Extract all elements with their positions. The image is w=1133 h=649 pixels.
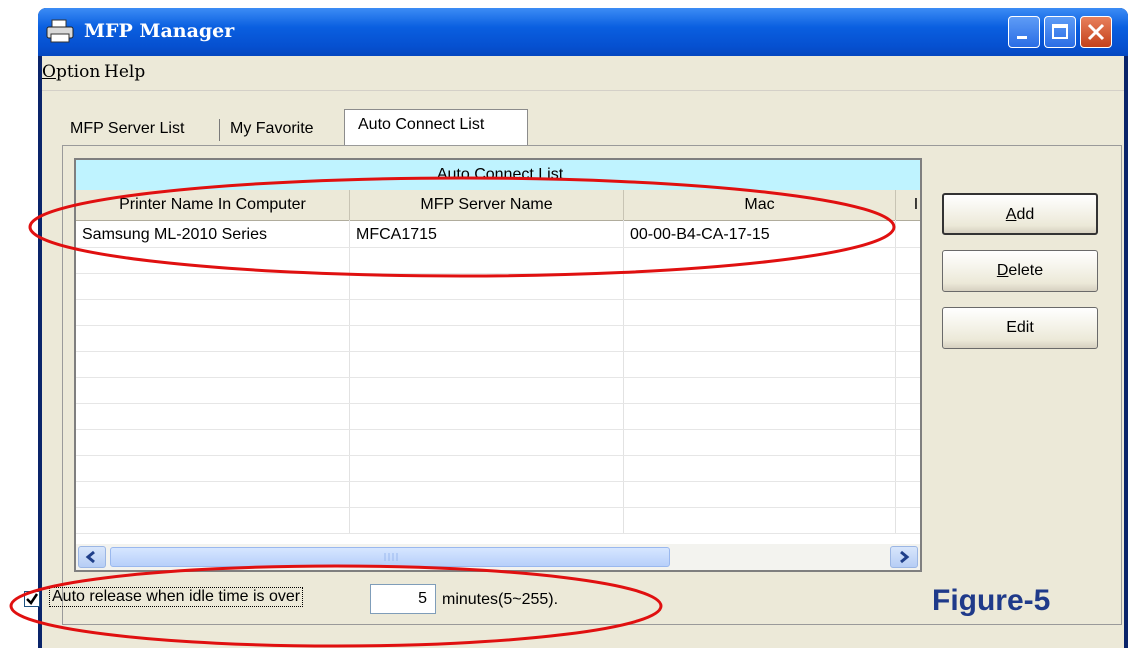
auto-connect-table[interactable]: Auto Connect List Printer Name In Comput… — [74, 158, 922, 572]
table-row-empty — [76, 300, 920, 326]
minimize-icon — [1017, 36, 1027, 39]
table-row-empty — [76, 404, 920, 430]
table-row[interactable]: Samsung ML-2010 Series MFCA1715 00-00-B4… — [76, 222, 920, 248]
delete-button[interactable]: Delete — [942, 250, 1098, 292]
cell-mac: 00-00-B4-CA-17-15 — [630, 226, 770, 243]
add-accesskey: A — [1005, 206, 1017, 223]
column-header-printer-name[interactable]: Printer Name In Computer — [76, 190, 350, 220]
table-row-empty — [76, 378, 920, 404]
tab-my-favorite[interactable]: My Favorite — [230, 116, 314, 144]
table-row-empty — [76, 352, 920, 378]
column-header-mfp-server-name[interactable]: MFP Server Name — [350, 190, 624, 220]
maximize-button[interactable] — [1044, 16, 1076, 48]
window-title: MFP Manager — [84, 20, 235, 42]
chevron-left-icon — [85, 550, 95, 564]
printer-icon — [46, 19, 74, 43]
table-row-empty — [76, 456, 920, 482]
edit-button[interactable]: Edit — [942, 307, 1098, 349]
idle-minutes-input[interactable]: 5 — [370, 584, 436, 614]
tab-mfp-server-list[interactable]: MFP Server List — [70, 116, 184, 144]
table-header: Printer Name In Computer MFP Server Name… — [76, 190, 920, 221]
figure-label: Figure-5 — [932, 584, 1051, 617]
menu-bar: Option Help — [42, 56, 1124, 91]
app-window: MFP Manager Option Help MFP Server List … — [38, 8, 1128, 648]
table-row-empty — [76, 274, 920, 300]
chevron-right-icon — [900, 550, 910, 564]
cell-printer-name: Samsung ML-2010 Series — [82, 226, 267, 243]
maximize-icon — [1052, 24, 1068, 39]
menu-option[interactable]: Option — [42, 62, 100, 82]
tab-auto-connect-list[interactable]: Auto Connect List — [344, 109, 528, 146]
table-row-empty — [76, 430, 920, 456]
client-area: Option Help MFP Server List My Favorite … — [42, 56, 1124, 648]
checkmark-icon — [26, 593, 39, 605]
column-header-mac[interactable]: Mac — [624, 190, 896, 220]
auto-release-checkbox[interactable] — [24, 591, 40, 607]
menu-option-label: ption — [55, 62, 101, 82]
table-caption: Auto Connect List — [76, 160, 920, 190]
add-label: dd — [1016, 206, 1035, 223]
scroll-right-button[interactable] — [890, 546, 918, 568]
close-button[interactable] — [1080, 16, 1112, 48]
scroll-thumb[interactable] — [110, 547, 670, 567]
menu-help[interactable]: Help — [104, 62, 145, 82]
minimize-button[interactable] — [1008, 16, 1040, 48]
auto-release-label[interactable]: Auto release when idle time is over — [48, 587, 304, 607]
delete-accesskey: D — [996, 262, 1009, 279]
column-header-truncated[interactable]: I — [896, 190, 920, 220]
table-row-empty — [76, 326, 920, 352]
scroll-left-button[interactable] — [78, 546, 106, 568]
close-icon — [1087, 23, 1105, 41]
table-row-empty — [76, 248, 920, 274]
table-row-empty — [76, 482, 920, 508]
grip-icon — [384, 553, 398, 561]
minutes-range-label: minutes(5~255). — [442, 591, 559, 608]
horizontal-scrollbar[interactable] — [76, 544, 920, 570]
delete-label: elete — [1008, 262, 1044, 279]
title-bar[interactable]: MFP Manager — [38, 8, 1128, 56]
add-button[interactable]: Add — [942, 193, 1098, 235]
menu-option-accesskey: O — [42, 62, 56, 82]
table-row-empty — [76, 508, 920, 534]
cell-mfp-server-name: MFCA1715 — [356, 226, 437, 243]
tab-divider — [219, 119, 220, 141]
